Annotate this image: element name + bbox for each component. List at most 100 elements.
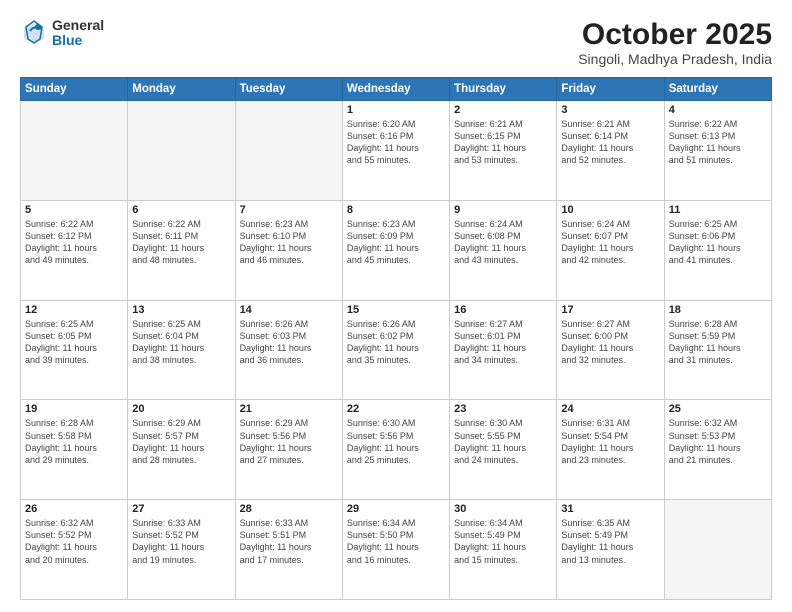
day-number: 2 bbox=[454, 104, 552, 116]
day-info: Sunrise: 6:22 AM Sunset: 6:12 PM Dayligh… bbox=[25, 218, 123, 267]
day-number: 9 bbox=[454, 204, 552, 216]
header-monday: Monday bbox=[128, 78, 235, 101]
calendar-cell: 22 Sunrise: 6:30 AM Sunset: 5:56 PM Dayli… bbox=[342, 400, 449, 500]
day-number: 3 bbox=[561, 104, 659, 116]
calendar-week-1: 1 Sunrise: 6:20 AM Sunset: 6:16 PM Daylig… bbox=[21, 101, 772, 201]
calendar-cell: 5Sunrise: 6:22 AM Sunset: 6:12 PM Daylig… bbox=[21, 200, 128, 300]
calendar-cell: 21 Sunrise: 6:29 AM Sunset: 5:56 PM Dayli… bbox=[235, 400, 342, 500]
calendar-cell: 6 Sunrise: 6:22 AM Sunset: 6:11 PM Daylig… bbox=[128, 200, 235, 300]
calendar-cell: 15Sunrise: 6:26 AM Sunset: 6:02 PM Dayli… bbox=[342, 300, 449, 400]
calendar-cell: 23 Sunrise: 6:30 AM Sunset: 5:55 PM Dayli… bbox=[450, 400, 557, 500]
day-info: Sunrise: 6:31 AM Sunset: 5:54 PM Dayligh… bbox=[561, 417, 659, 466]
calendar-cell: 4Sunrise: 6:22 AM Sunset: 6:13 PM Daylig… bbox=[664, 101, 771, 201]
calendar-cell: 1 Sunrise: 6:20 AM Sunset: 6:16 PM Daylig… bbox=[342, 101, 449, 201]
day-info: Sunrise: 6:29 AM Sunset: 5:56 PM Dayligh… bbox=[240, 417, 338, 466]
day-info: Sunrise: 6:27 AM Sunset: 6:00 PM Dayligh… bbox=[561, 318, 659, 367]
calendar-cell: 9 Sunrise: 6:24 AM Sunset: 6:08 PM Daylig… bbox=[450, 200, 557, 300]
calendar-cell: 29 Sunrise: 6:34 AM Sunset: 5:50 PM Dayli… bbox=[342, 500, 449, 600]
calendar-cell: 18Sunrise: 6:28 AM Sunset: 5:59 PM Dayli… bbox=[664, 300, 771, 400]
day-number: 30 bbox=[454, 503, 552, 515]
calendar-cell: 30 Sunrise: 6:34 AM Sunset: 5:49 PM Dayli… bbox=[450, 500, 557, 600]
day-number: 25 bbox=[669, 403, 767, 415]
day-info: Sunrise: 6:28 AM Sunset: 5:58 PM Dayligh… bbox=[25, 417, 123, 466]
calendar-cell bbox=[664, 500, 771, 600]
calendar-cell: 13 Sunrise: 6:25 AM Sunset: 6:04 PM Dayli… bbox=[128, 300, 235, 400]
calendar-cell bbox=[235, 101, 342, 201]
title-block: October 2025 Singoli, Madhya Pradesh, In… bbox=[578, 18, 772, 67]
calendar-cell: 28 Sunrise: 6:33 AM Sunset: 5:51 PM Dayli… bbox=[235, 500, 342, 600]
header-thursday: Thursday bbox=[450, 78, 557, 101]
day-info: Sunrise: 6:30 AM Sunset: 5:56 PM Dayligh… bbox=[347, 417, 445, 466]
calendar-cell: 7 Sunrise: 6:23 AM Sunset: 6:10 PM Daylig… bbox=[235, 200, 342, 300]
calendar-cell: 11 Sunrise: 6:25 AM Sunset: 6:06 PM Dayli… bbox=[664, 200, 771, 300]
day-info: Sunrise: 6:34 AM Sunset: 5:49 PM Dayligh… bbox=[454, 517, 552, 566]
day-info: Sunrise: 6:24 AM Sunset: 6:08 PM Dayligh… bbox=[454, 218, 552, 267]
day-number: 27 bbox=[132, 503, 230, 515]
day-number: 12 bbox=[25, 304, 123, 316]
calendar-cell: 27 Sunrise: 6:33 AM Sunset: 5:52 PM Dayli… bbox=[128, 500, 235, 600]
day-info: Sunrise: 6:25 AM Sunset: 6:04 PM Dayligh… bbox=[132, 318, 230, 367]
day-info: Sunrise: 6:32 AM Sunset: 5:53 PM Dayligh… bbox=[669, 417, 767, 466]
day-number: 17 bbox=[561, 304, 659, 316]
calendar-cell: 26Sunrise: 6:32 AM Sunset: 5:52 PM Dayli… bbox=[21, 500, 128, 600]
day-info: Sunrise: 6:21 AM Sunset: 6:15 PM Dayligh… bbox=[454, 118, 552, 167]
logo: General Blue bbox=[20, 18, 104, 49]
day-number: 8 bbox=[347, 204, 445, 216]
calendar-week-4: 19 Sunrise: 6:28 AM Sunset: 5:58 PM Dayli… bbox=[21, 400, 772, 500]
day-info: Sunrise: 6:32 AM Sunset: 5:52 PM Dayligh… bbox=[25, 517, 123, 566]
day-number: 13 bbox=[132, 304, 230, 316]
day-info: Sunrise: 6:28 AM Sunset: 5:59 PM Dayligh… bbox=[669, 318, 767, 367]
calendar-cell: 31 Sunrise: 6:35 AM Sunset: 5:49 PM Dayli… bbox=[557, 500, 664, 600]
logo-blue-text: Blue bbox=[52, 33, 104, 48]
location-subtitle: Singoli, Madhya Pradesh, India bbox=[578, 51, 772, 67]
calendar-cell: 24Sunrise: 6:31 AM Sunset: 5:54 PM Dayli… bbox=[557, 400, 664, 500]
calendar-cell: 14Sunrise: 6:26 AM Sunset: 6:03 PM Dayli… bbox=[235, 300, 342, 400]
header-sunday: Sunday bbox=[21, 78, 128, 101]
day-info: Sunrise: 6:25 AM Sunset: 6:05 PM Dayligh… bbox=[25, 318, 123, 367]
day-info: Sunrise: 6:22 AM Sunset: 6:11 PM Dayligh… bbox=[132, 218, 230, 267]
logo-icon bbox=[20, 19, 48, 47]
day-info: Sunrise: 6:23 AM Sunset: 6:10 PM Dayligh… bbox=[240, 218, 338, 267]
calendar-week-5: 26Sunrise: 6:32 AM Sunset: 5:52 PM Dayli… bbox=[21, 500, 772, 600]
calendar-cell: 3 Sunrise: 6:21 AM Sunset: 6:14 PM Daylig… bbox=[557, 101, 664, 201]
day-number: 28 bbox=[240, 503, 338, 515]
day-info: Sunrise: 6:26 AM Sunset: 6:03 PM Dayligh… bbox=[240, 318, 338, 367]
day-info: Sunrise: 6:25 AM Sunset: 6:06 PM Dayligh… bbox=[669, 218, 767, 267]
day-number: 15 bbox=[347, 304, 445, 316]
calendar-week-2: 5Sunrise: 6:22 AM Sunset: 6:12 PM Daylig… bbox=[21, 200, 772, 300]
month-title: October 2025 bbox=[578, 18, 772, 51]
day-info: Sunrise: 6:33 AM Sunset: 5:51 PM Dayligh… bbox=[240, 517, 338, 566]
day-number: 16 bbox=[454, 304, 552, 316]
day-number: 22 bbox=[347, 403, 445, 415]
calendar-cell: 8Sunrise: 6:23 AM Sunset: 6:09 PM Daylig… bbox=[342, 200, 449, 300]
logo-text: General Blue bbox=[52, 18, 104, 49]
calendar-table: Sunday Monday Tuesday Wednesday Thursday… bbox=[20, 77, 772, 600]
day-info: Sunrise: 6:35 AM Sunset: 5:49 PM Dayligh… bbox=[561, 517, 659, 566]
weekday-header-row: Sunday Monday Tuesday Wednesday Thursday… bbox=[21, 78, 772, 101]
day-info: Sunrise: 6:30 AM Sunset: 5:55 PM Dayligh… bbox=[454, 417, 552, 466]
day-number: 31 bbox=[561, 503, 659, 515]
logo-general-text: General bbox=[52, 18, 104, 33]
day-info: Sunrise: 6:27 AM Sunset: 6:01 PM Dayligh… bbox=[454, 318, 552, 367]
day-number: 4 bbox=[669, 104, 767, 116]
day-info: Sunrise: 6:33 AM Sunset: 5:52 PM Dayligh… bbox=[132, 517, 230, 566]
day-number: 7 bbox=[240, 204, 338, 216]
header-saturday: Saturday bbox=[664, 78, 771, 101]
calendar-cell: 20Sunrise: 6:29 AM Sunset: 5:57 PM Dayli… bbox=[128, 400, 235, 500]
day-number: 1 bbox=[347, 104, 445, 116]
day-number: 23 bbox=[454, 403, 552, 415]
calendar-cell: 25 Sunrise: 6:32 AM Sunset: 5:53 PM Dayli… bbox=[664, 400, 771, 500]
day-number: 6 bbox=[132, 204, 230, 216]
page: General Blue October 2025 Singoli, Madhy… bbox=[0, 0, 792, 612]
day-info: Sunrise: 6:21 AM Sunset: 6:14 PM Dayligh… bbox=[561, 118, 659, 167]
calendar-cell bbox=[21, 101, 128, 201]
day-number: 11 bbox=[669, 204, 767, 216]
calendar-cell: 2 Sunrise: 6:21 AM Sunset: 6:15 PM Daylig… bbox=[450, 101, 557, 201]
day-number: 29 bbox=[347, 503, 445, 515]
header-friday: Friday bbox=[557, 78, 664, 101]
day-number: 21 bbox=[240, 403, 338, 415]
day-info: Sunrise: 6:29 AM Sunset: 5:57 PM Dayligh… bbox=[132, 417, 230, 466]
day-info: Sunrise: 6:20 AM Sunset: 6:16 PM Dayligh… bbox=[347, 118, 445, 167]
day-number: 19 bbox=[25, 403, 123, 415]
day-info: Sunrise: 6:34 AM Sunset: 5:50 PM Dayligh… bbox=[347, 517, 445, 566]
